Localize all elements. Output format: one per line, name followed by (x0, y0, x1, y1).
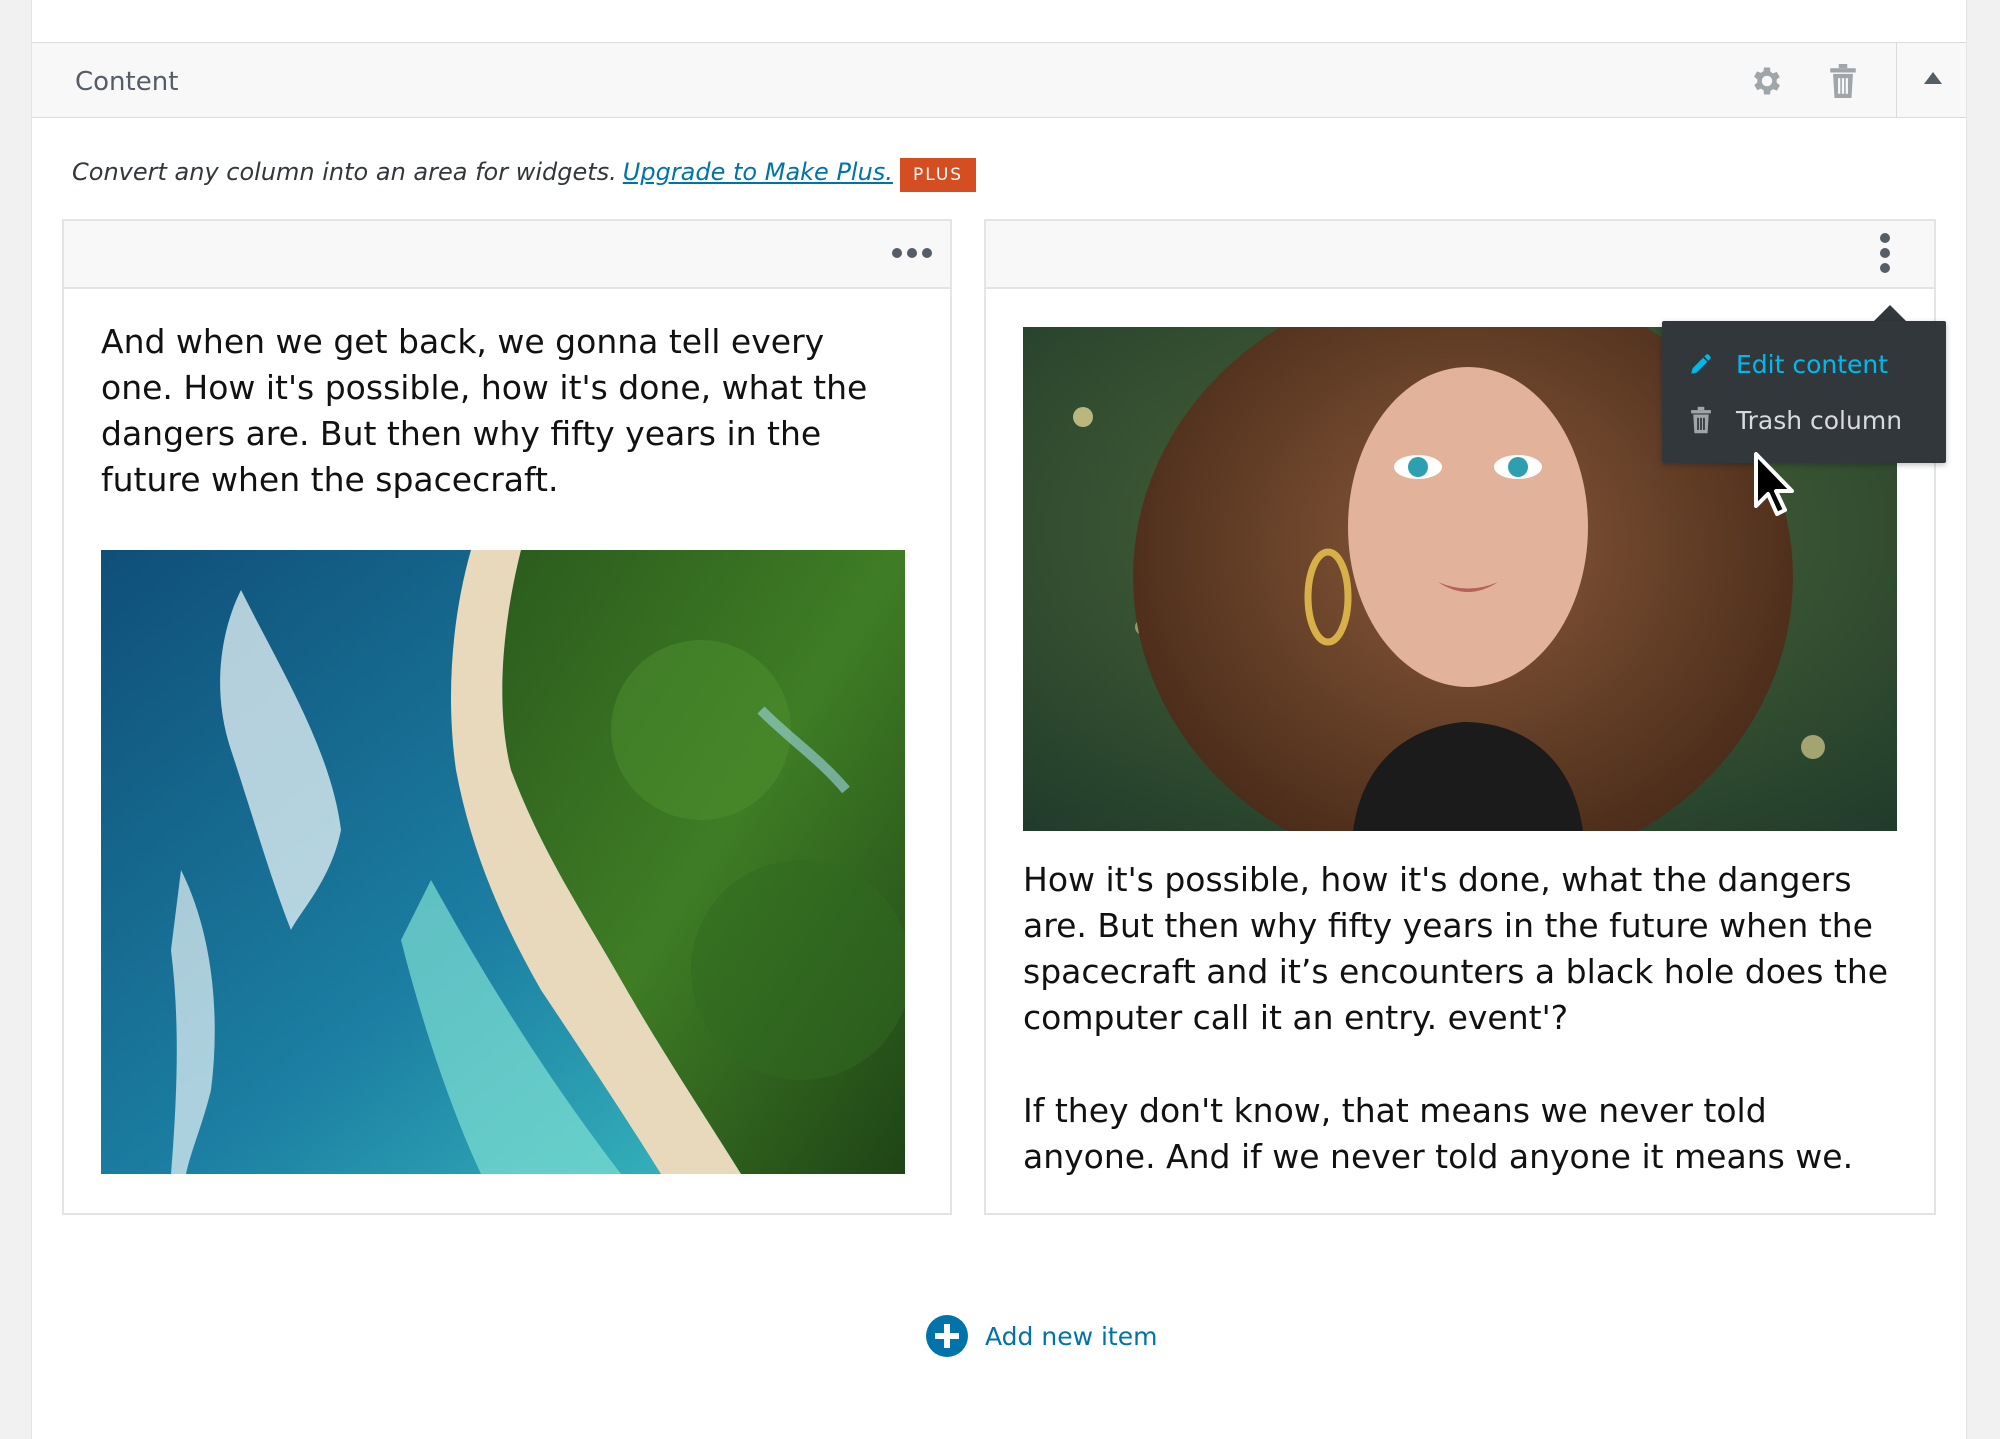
column-text: And when we get back, we gonna tell ever… (101, 322, 868, 499)
section-header: Content (32, 42, 1966, 118)
dropdown-caret (1874, 305, 1906, 321)
column-header (986, 221, 1934, 289)
column-menu-button[interactable] (887, 231, 937, 279)
vertical-dots-icon (1879, 232, 1891, 279)
pencil-icon (1684, 351, 1718, 377)
column-header (64, 221, 950, 289)
section-settings-button[interactable] (1747, 63, 1787, 103)
section-collapse-button[interactable] (1897, 43, 1968, 117)
plus-badge: PLUS (900, 158, 976, 192)
column-actions-dropdown: Edit content Trash column (1662, 321, 1946, 463)
trash-icon (1684, 406, 1718, 434)
upgrade-link[interactable]: Upgrade to Make Plus. (623, 158, 893, 186)
trash-column-menu-item[interactable]: Trash column (1662, 392, 1946, 448)
trash-column-label: Trash column (1736, 405, 1903, 435)
column-text-1: How it's possible, how it's done, what t… (1023, 860, 1889, 1037)
column-left: And when we get back, we gonna tell ever… (62, 219, 952, 1215)
add-new-item-label: Add new item (985, 1321, 1158, 1351)
trash-icon (1828, 63, 1858, 103)
triangle-up-icon (1923, 71, 1942, 89)
notice-text: Convert any column into an area for widg… (72, 158, 617, 186)
column-text-2: If they don't know, that means we never … (1023, 1091, 1854, 1176)
column-menu-button[interactable] (1860, 231, 1910, 279)
add-new-item-button[interactable]: Add new item (925, 1314, 1157, 1358)
section-title: Content (75, 67, 179, 97)
edit-content-menu-item[interactable]: Edit content (1662, 336, 1946, 392)
edit-content-label: Edit content (1736, 349, 1889, 379)
builder-panel: Content Convert any column into an area … (31, 0, 1967, 1439)
horizontal-dots-icon (891, 246, 933, 264)
upgrade-notice: Convert any column into an area for widg… (72, 158, 893, 186)
gear-icon (1749, 63, 1785, 104)
aerial-beach-image (101, 550, 905, 1174)
mouse-cursor-icon (1752, 450, 1800, 527)
plus-circle-icon (925, 1314, 969, 1358)
panel-top-spacer (32, 0, 1966, 42)
section-delete-button[interactable] (1823, 63, 1863, 103)
